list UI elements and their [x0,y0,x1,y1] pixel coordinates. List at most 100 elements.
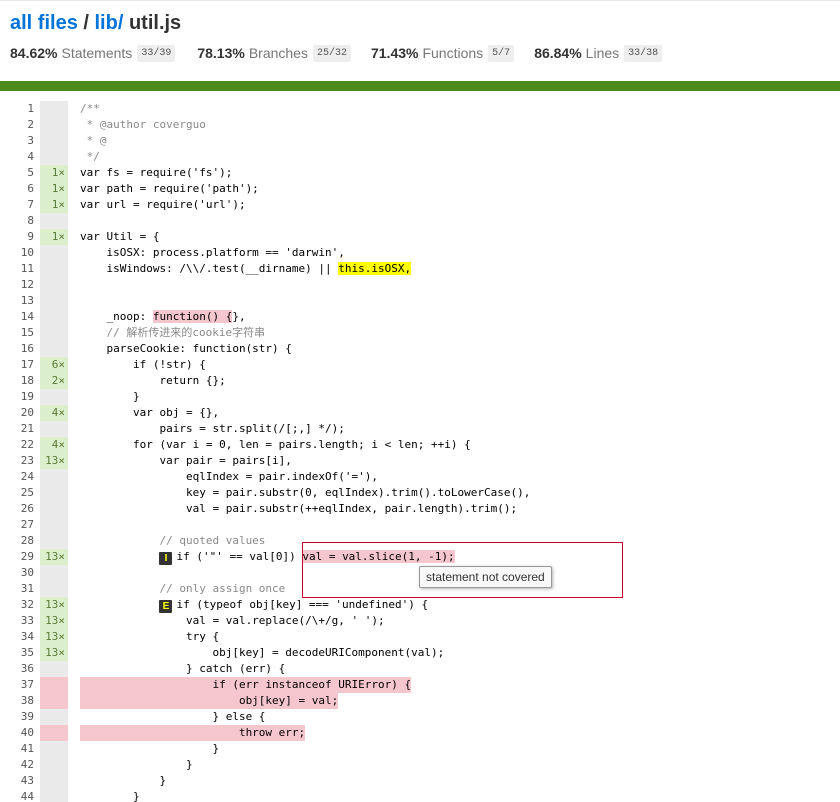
line-number[interactable]: 33 [0,613,34,629]
code-line: 14 _noop: function() {}, [0,309,840,325]
hit-count: 2× [40,373,68,389]
source-code: var fs = require('fs'); [80,165,840,181]
line-number[interactable]: 23 [0,453,34,469]
hit-count [40,101,68,117]
line-number[interactable]: 29 [0,549,34,565]
breadcrumb: all files / lib/ util.js [10,8,840,38]
line-number[interactable]: 17 [0,357,34,373]
line-number[interactable]: 8 [0,213,34,229]
line-number[interactable]: 13 [0,293,34,309]
hit-count: 13× [40,629,68,645]
line-number[interactable]: 18 [0,373,34,389]
line-number[interactable]: 42 [0,757,34,773]
line-number[interactable]: 28 [0,533,34,549]
stat-fraction: 5/7 [488,44,515,62]
code-line: 36 } catch (err) { [0,661,840,677]
source-code: val = pair.substr(++eqlIndex, pair.lengt… [80,501,840,517]
line-number[interactable]: 11 [0,261,34,277]
line-number[interactable]: 38 [0,693,34,709]
hit-count [40,469,68,485]
line-number[interactable]: 35 [0,645,34,661]
line-number[interactable]: 44 [0,789,34,802]
code-line: 23 13× var pair = pairs[i], [0,453,840,469]
source-code: * @ [80,133,840,149]
hit-count [40,709,68,725]
line-number[interactable]: 16 [0,341,34,357]
line-number[interactable]: 14 [0,309,34,325]
code-segment: } [80,758,193,771]
source-code: } else { [80,709,840,725]
line-number[interactable]: 5 [0,165,34,181]
code-line: 39 } else { [0,709,840,725]
line-number[interactable]: 36 [0,661,34,677]
source-code: } catch (err) { [80,661,840,677]
code-line: 33 13× val = val.replace(/\+/g, ' '); [0,613,840,629]
coverage-status-bar [0,81,840,91]
coverage-code-listing: 1/** 2 * @author coverguo 3 * @4 */5 1× var … [0,101,840,802]
line-number[interactable]: 2 [0,117,34,133]
source-code: } [80,773,840,789]
source-code: for (var i = 0, len = pairs.length; i < … [80,437,840,453]
line-number[interactable]: 40 [0,725,34,741]
line-number[interactable]: 4 [0,149,34,165]
line-number[interactable]: 20 [0,405,34,421]
hit-count [40,341,68,357]
line-number[interactable]: 19 [0,389,34,405]
stat-percent: 71.43% [370,45,419,61]
source-code: } [80,389,840,405]
source-code: obj[key] = val; [80,693,840,709]
line-number[interactable]: 15 [0,325,34,341]
breadcrumb-current-file: util.js [128,12,182,34]
line-number[interactable]: 10 [0,245,34,261]
line-number[interactable]: 41 [0,741,34,757]
line-number[interactable]: 1 [0,101,34,117]
stat-lines: 86.84% Lines 33/38 [534,44,663,62]
line-number[interactable]: 34 [0,629,34,645]
line-number[interactable]: 30 [0,565,34,581]
breadcrumb-all-files-link[interactable]: all files [10,12,78,34]
hit-count [40,325,68,341]
code-line: 26 val = pair.substr(++eqlIndex, pair.le… [0,501,840,517]
code-line: 20 4× var obj = {}, [0,405,840,421]
line-number[interactable]: 39 [0,709,34,725]
line-number[interactable]: 27 [0,517,34,533]
breadcrumb-lib-link[interactable]: lib/ [95,12,124,34]
code-line: 25 key = pair.substr(0, eqlIndex).trim()… [0,485,840,501]
hit-count [40,117,68,133]
uncovered-code-segment: this.isOSX, [338,262,412,275]
line-number[interactable]: 12 [0,277,34,293]
code-line: 13 [0,293,840,309]
line-number[interactable]: 24 [0,469,34,485]
line-number[interactable]: 43 [0,773,34,789]
hit-count [40,725,68,741]
hit-count: 4× [40,405,68,421]
line-number[interactable]: 22 [0,437,34,453]
source-code: } [80,789,840,802]
code-segment: var url = require('url'); [80,198,246,211]
line-number[interactable]: 6 [0,181,34,197]
source-code: var pair = pairs[i], [80,453,840,469]
hit-count [40,389,68,405]
line-number[interactable]: 7 [0,197,34,213]
code-line: 40 throw err; [0,725,840,741]
code-segment: if (err instanceof URIError) { [80,678,412,691]
hit-count [40,133,68,149]
source-code: if (err instanceof URIError) { [80,677,840,693]
code-line: 43 } [0,773,840,789]
source-code: isWindows: /\\/.test(__dirname) || this.… [80,261,840,277]
line-number[interactable]: 32 [0,597,34,613]
line-number[interactable]: 3 [0,133,34,149]
code-line: 12 [0,277,840,293]
line-number[interactable]: 37 [0,677,34,693]
line-number[interactable]: 25 [0,485,34,501]
line-number[interactable]: 9 [0,229,34,245]
top-border [0,0,840,1]
code-segment: parseCookie: function(str) { [80,342,292,355]
line-number[interactable]: 21 [0,421,34,437]
code-line: 15 // 解析传进来的cookie字符串 [0,325,840,341]
hit-count [40,293,68,309]
code-line: 11 isWindows: /\\/.test(__dirname) || th… [0,261,840,277]
line-number[interactable]: 31 [0,581,34,597]
line-number[interactable]: 26 [0,501,34,517]
code-segment: var fs = require('fs'); [80,166,233,179]
